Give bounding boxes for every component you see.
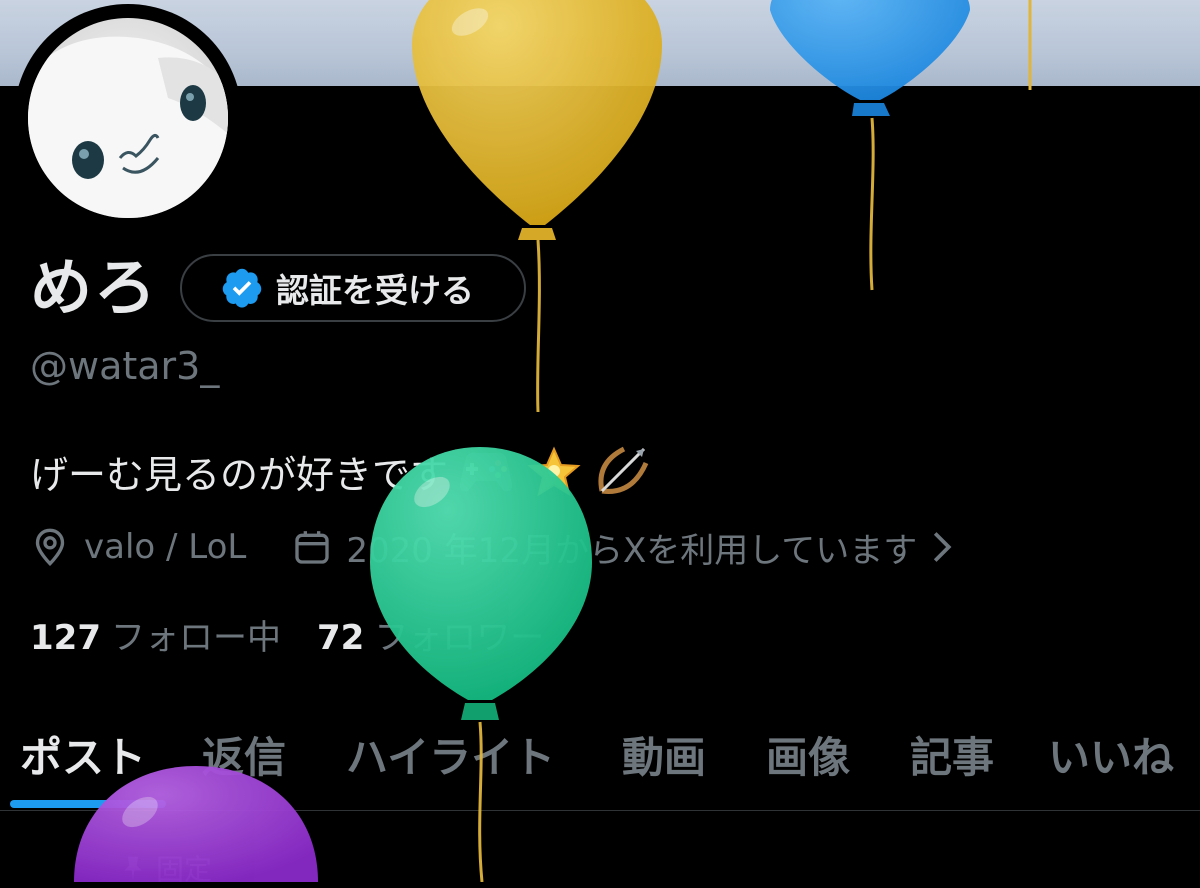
avatar[interactable] xyxy=(28,18,228,218)
tab-posts[interactable]: ポスト xyxy=(20,724,146,785)
bio: げーむ見るのが好きです xyxy=(30,443,652,499)
pinned-post-label: 固定 xyxy=(118,848,212,888)
chevron-right-icon[interactable] xyxy=(931,530,953,564)
following-link[interactable]: 127 フォロー中 xyxy=(30,610,281,659)
location-pin-icon xyxy=(35,528,65,567)
user-handle: @watar3_ xyxy=(30,344,220,388)
follow-stats: 127 フォロー中 72 フォロワー xyxy=(30,610,544,659)
profile-meta: valo / LoL 2020 年12月からXを利用しています xyxy=(30,523,953,571)
get-verified-label: 認証を受ける xyxy=(276,271,474,310)
tab-articles[interactable]: 記事 xyxy=(910,724,994,785)
pinned-text: 固定 xyxy=(156,853,213,886)
tab-highlights[interactable]: ハイライト xyxy=(346,724,555,785)
game-controller-icon xyxy=(456,443,516,499)
display-name: めろ xyxy=(30,251,159,324)
joined-date[interactable]: 2020 年12月からXを利用しています xyxy=(346,523,917,572)
get-verified-button[interactable]: 認証を受ける xyxy=(180,254,526,322)
tabs-divider xyxy=(0,810,1200,811)
tab-replies[interactable]: 返信 xyxy=(202,724,286,785)
calendar-icon xyxy=(295,531,330,564)
tab-images[interactable]: 画像 xyxy=(766,724,850,785)
following-label: フォロー中 xyxy=(110,618,281,658)
green-balloon-icon xyxy=(370,447,592,882)
glowing-star-icon xyxy=(524,443,584,499)
active-tab-indicator xyxy=(10,800,166,808)
bio-text: げーむ見るのが好きです xyxy=(30,452,449,497)
pin-icon xyxy=(124,856,142,881)
profile-tabs: ポスト 返信 ハイライト 動画 画像 記事 いいね xyxy=(0,712,1200,810)
followers-count: 72 xyxy=(316,618,365,658)
location-text: valo / LoL xyxy=(84,527,247,567)
verified-badge-icon xyxy=(222,268,262,308)
tab-likes[interactable]: いいね xyxy=(1048,724,1174,785)
followers-label: フォロワー xyxy=(374,618,545,658)
following-count: 127 xyxy=(30,618,101,658)
followers-link[interactable]: 72 フォロワー xyxy=(317,610,544,659)
tab-videos[interactable]: 動画 xyxy=(622,724,706,785)
bow-and-arrow-icon xyxy=(592,443,652,499)
avatar-image xyxy=(28,18,228,218)
